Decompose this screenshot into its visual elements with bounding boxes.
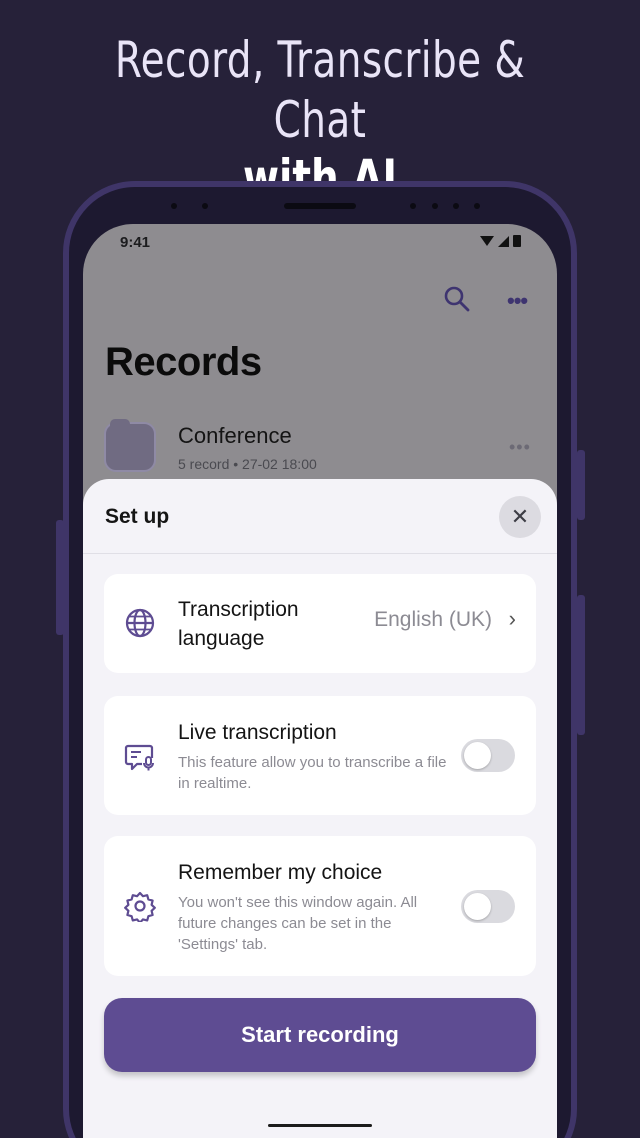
battery-icon <box>513 235 521 247</box>
folder-more-icon[interactable]: ••• <box>509 437 531 458</box>
page-title: Records <box>105 340 262 384</box>
phone-screen: 9:41 ••• Records Conference 5 record • 2… <box>83 224 557 1138</box>
live-transcription-title: Live transcription <box>178 721 337 744</box>
label-line-2: language <box>178 627 265 650</box>
signal-icon <box>498 235 509 247</box>
setup-sheet: Set up ✕ Transcription language English … <box>83 479 557 1138</box>
folder-meta: 5 record • 27-02 18:00 <box>178 456 317 472</box>
phone-sensor <box>453 203 459 209</box>
phone-speaker <box>284 203 356 209</box>
headline-line-1: Record, Transcribe & Chat <box>114 31 526 149</box>
folder-name[interactable]: Conference <box>178 423 292 449</box>
close-icon: ✕ <box>510 504 530 529</box>
wifi-icon <box>480 236 494 246</box>
remember-choice-title: Remember my choice <box>178 861 383 884</box>
globe-icon <box>125 608 155 638</box>
phone-side-button-right-bottom <box>577 595 585 735</box>
live-transcription-row: Live transcription This feature allow yo… <box>104 696 536 815</box>
transcription-language-row[interactable]: Transcription language English (UK) › <box>104 574 536 673</box>
phone-side-button-right-top <box>577 450 585 520</box>
language-value: English (UK) <box>374 608 492 631</box>
phone-sensor <box>474 203 480 209</box>
divider <box>83 553 557 554</box>
live-transcription-toggle[interactable] <box>461 739 515 772</box>
phone-sensor <box>432 203 438 209</box>
sheet-title: Set up <box>105 505 170 528</box>
live-caption-icon <box>124 744 154 771</box>
more-options-icon[interactable]: ••• <box>507 288 528 314</box>
remember-choice-row: Remember my choice You won't see this wi… <box>104 836 536 976</box>
live-transcription-desc: This feature allow you to transcribe a f… <box>178 754 447 792</box>
status-time: 9:41 <box>120 234 151 251</box>
label-line-1: Transcription <box>178 598 299 621</box>
promo-headline: Record, Transcribe & Chat with AI <box>70 30 569 206</box>
start-recording-button[interactable]: Start recording <box>104 998 536 1072</box>
transcription-language-label: Transcription language <box>178 595 299 653</box>
phone-sensor <box>171 203 177 209</box>
gear-icon <box>124 891 156 922</box>
phone-sensor <box>202 203 208 209</box>
phone-sensor <box>410 203 416 209</box>
close-button[interactable]: ✕ <box>499 496 541 538</box>
search-icon[interactable] <box>443 285 471 313</box>
home-indicator <box>268 1124 372 1127</box>
remember-choice-toggle[interactable] <box>461 890 515 923</box>
folder-icon[interactable] <box>104 419 156 472</box>
status-icons <box>480 235 521 247</box>
chevron-right-icon: › <box>508 606 516 631</box>
remember-choice-desc: You won't see this window again. All fut… <box>178 894 418 953</box>
